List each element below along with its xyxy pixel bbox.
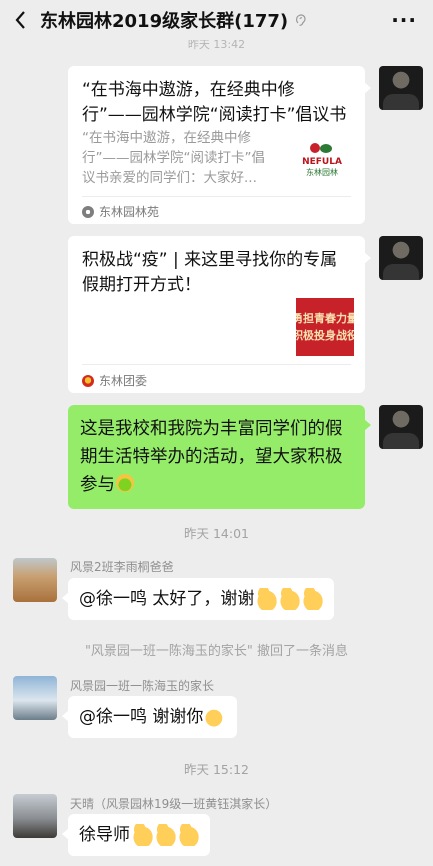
avatar[interactable] (379, 66, 423, 110)
thumbs-up-emoji (131, 824, 153, 846)
chevron-left-icon (15, 11, 25, 29)
article-card[interactable]: 积极战“疫” | 来这里寻找你的专属假期打开方式！ 勇担青春力量 积极投身战役 … (68, 236, 371, 393)
message-bubble[interactable]: 徐导师 (62, 814, 210, 856)
article-description: “在书海中遨游，在经典中修行”——园林学院“阅读打卡”倡议书亲爱的同学们：大家好… (82, 130, 265, 186)
thumbs-up-emoji (301, 588, 324, 610)
chat-title: 东林园林2019级家长群(177) (40, 11, 289, 32)
message-bubble[interactable]: @徐一鸣 太好了，谢谢 (61, 578, 335, 620)
time-label: 昨天 15:12 (184, 762, 249, 777)
avatar[interactable] (379, 405, 423, 449)
smile-emoji (116, 474, 134, 492)
article-title: “在书海中遨游，在经典中修行”——园林学院“阅读打卡”倡议书 (82, 80, 347, 125)
thumbs-up-emoji (154, 824, 176, 846)
article-title: 积极战“疫” | 来这里寻找你的专属假期打开方式！ (82, 250, 338, 295)
ok-hand-emoji (204, 706, 227, 728)
more-button[interactable]: ··· (391, 8, 417, 32)
thumbs-up-emoji (177, 824, 199, 846)
thumbs-up-emoji (255, 588, 278, 610)
article-thumbnail: NEFULA 东林园林 (293, 130, 351, 188)
article-source: 东林园林苑 (82, 203, 159, 220)
chat-header: 东林园林2019级家长群(177) ··· (0, 0, 433, 40)
avatar[interactable] (13, 676, 57, 720)
article-card[interactable]: “在书海中遨游，在经典中修行”——园林学院“阅读打卡”倡议书 “在书海中遨游，在… (68, 66, 371, 224)
sender-name: 天晴（风景园林19级一班黄钰淇家长） (70, 797, 278, 811)
back-button[interactable] (0, 0, 40, 40)
divider (82, 364, 351, 365)
system-message: "风景园一班一陈海玉的家长" 撤回了一条消息 (84, 644, 349, 659)
gear-icon (82, 205, 94, 218)
message-bubble[interactable]: @徐一鸣 谢谢你 (61, 696, 238, 738)
article-source: 东林团委 (82, 372, 147, 389)
logo-icon (308, 141, 336, 157)
ear-icon (296, 14, 306, 26)
article-thumbnail: 勇担青春力量 积极投身战役 (296, 298, 354, 356)
emblem-icon (82, 374, 94, 387)
sender-name: 风景2班李雨桐爸爸 (70, 560, 174, 574)
thumbs-up-emoji (278, 588, 301, 610)
message-bubble[interactable]: 这是我校和我院为丰富同学们的假期生活特举办的活动，望大家积极参与 (68, 405, 371, 509)
sender-name: 风景园一班一陈海玉的家长 (70, 679, 215, 693)
divider (82, 196, 351, 197)
avatar[interactable] (13, 558, 57, 602)
avatar[interactable] (13, 794, 57, 838)
avatar[interactable] (379, 236, 423, 280)
time-label: 昨天 14:01 (184, 526, 249, 541)
